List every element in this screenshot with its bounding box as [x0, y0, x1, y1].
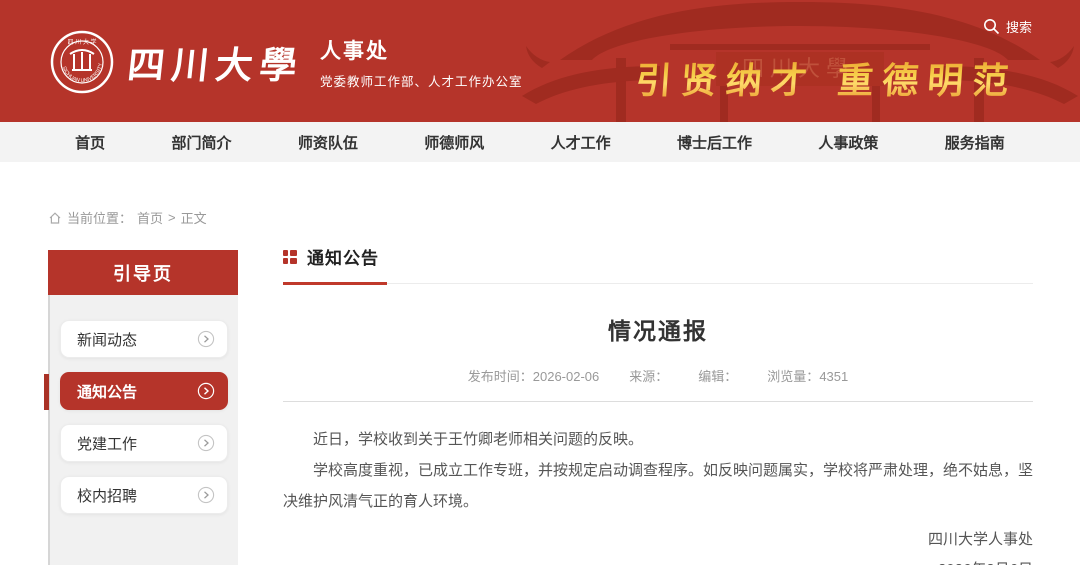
main-nav: 首页 部门简介 师资队伍 师德师风 人才工作 博士后工作 人事政策 服务指南: [0, 122, 1080, 162]
breadcrumb-prefix: 当前位置：: [67, 208, 132, 227]
nav-item-talent[interactable]: 人才工作: [551, 132, 611, 153]
university-logo[interactable]: SICHUAN UNIVERSITY 四 川 大 学: [50, 30, 114, 94]
sidebar-item-recruit[interactable]: 校内招聘: [60, 476, 228, 514]
meta-publish-date: 发布时间：2026-02-06: [468, 366, 600, 385]
chevron-right-circle-icon: [197, 382, 215, 400]
nav-item-service[interactable]: 服务指南: [945, 132, 1005, 153]
meta-views: 浏览量：4351: [767, 366, 848, 385]
sidebar-item-label: 通知公告: [77, 381, 137, 402]
section-underline: [283, 282, 387, 285]
nav-item-faculty[interactable]: 师资队伍: [298, 132, 358, 153]
article-meta: 发布时间：2026-02-06 来源： 编辑： 浏览量：4351: [283, 366, 1033, 402]
sidebar-item-news[interactable]: 新闻动态: [60, 320, 228, 358]
page: 四川大學 SICHUAN UNIVERSITY 四 川 大 学 四川大學: [0, 0, 1080, 565]
sidebar-item-label: 党建工作: [77, 433, 137, 454]
article-paragraph: 近日，学校收到关于王竹卿老师相关问题的反映。: [283, 424, 1033, 455]
nav-item-about[interactable]: 部门简介: [172, 132, 232, 153]
article-paragraph: 学校高度重视，已成立工作专班，并按规定启动调查程序。如反映问题属实，学校将严肃处…: [283, 455, 1033, 517]
nav-item-ethics[interactable]: 师德师风: [424, 132, 484, 153]
meta-editor: 编辑：: [698, 366, 737, 385]
main-content: 通知公告 情况通报 发布时间：2026-02-06 来源： 编辑： 浏览量：43…: [283, 244, 1033, 565]
sidebar-panel: 新闻动态 通知公告 党建工作: [48, 295, 238, 565]
sidebar-item-notices[interactable]: 通知公告: [60, 372, 228, 410]
section-title: 通知公告: [307, 244, 379, 269]
chevron-right-circle-icon: [197, 486, 215, 504]
chevron-right-circle-icon: [197, 330, 215, 348]
section-header: 通知公告: [283, 244, 1033, 284]
signature-date: 2026年2月6日: [283, 555, 1033, 565]
department-subtitle: 党委教师工作部、人才工作办公室: [320, 71, 523, 90]
search-label: 搜索: [1006, 17, 1032, 36]
nav-item-home[interactable]: 首页: [75, 132, 105, 153]
sidebar-item-party[interactable]: 党建工作: [60, 424, 228, 462]
breadcrumb-home-link[interactable]: 首页: [137, 208, 163, 227]
nav-item-policy[interactable]: 人事政策: [818, 132, 878, 153]
breadcrumb-current: 正文: [181, 208, 207, 227]
article-title: 情况通报: [283, 312, 1033, 346]
svg-text:四 川 大 学: 四 川 大 学: [67, 38, 96, 46]
site-header: 四川大學 SICHUAN UNIVERSITY 四 川 大 学 四川大學: [0, 0, 1080, 122]
search-icon: [983, 18, 1000, 35]
article-body: 近日，学校收到关于王竹卿老师相关问题的反映。 学校高度重视，已成立工作专班，并按…: [283, 424, 1033, 517]
slogan-text: 引贤纳才 重德明范: [635, 52, 1020, 104]
signature-name: 四川大学人事处: [283, 525, 1033, 555]
sidebar-item-label: 校内招聘: [77, 485, 137, 506]
home-icon: [48, 211, 62, 225]
breadcrumb: 当前位置： 首页 > 正文: [48, 208, 207, 227]
department-title: 人事处: [320, 35, 523, 65]
sidebar-item-label: 新闻动态: [77, 329, 137, 350]
meta-source: 来源：: [629, 366, 668, 385]
nav-item-postdoc[interactable]: 博士后工作: [677, 132, 752, 153]
sidebar: 引导页 新闻动态 通知公告 党建工作: [48, 250, 238, 565]
sidebar-title: 引导页: [48, 250, 238, 295]
university-name: 四川大學: [125, 35, 307, 89]
search-button[interactable]: 搜索: [983, 17, 1032, 36]
grid-icon: [283, 250, 297, 264]
signature-block: 四川大学人事处 2026年2月6日: [283, 525, 1033, 565]
chevron-right-circle-icon: [197, 434, 215, 452]
breadcrumb-separator: >: [168, 210, 176, 225]
